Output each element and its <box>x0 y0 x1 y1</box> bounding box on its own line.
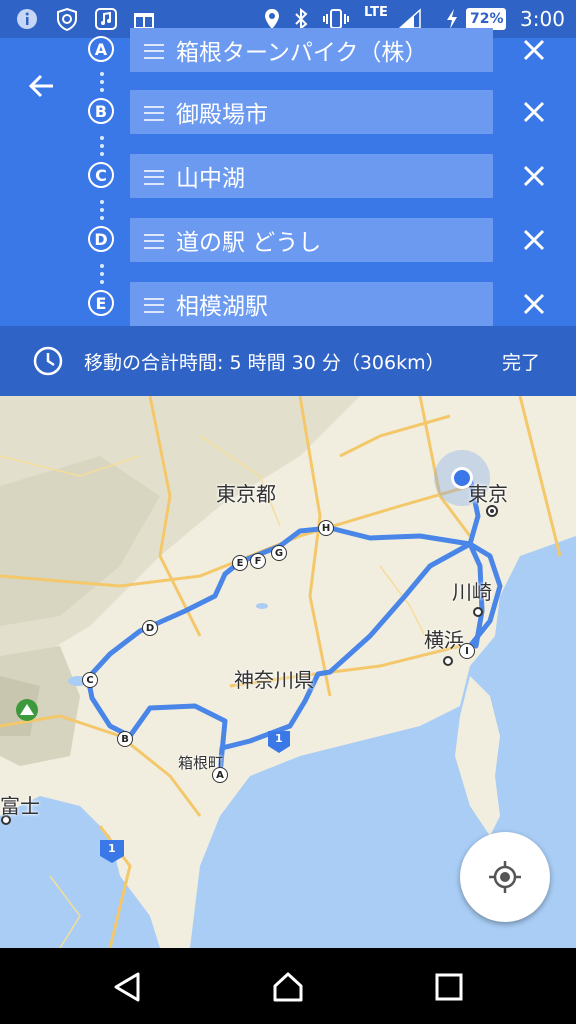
remove-stop-button[interactable] <box>518 34 550 66</box>
map-label-tokyo: 東京 <box>468 482 508 506</box>
stop-field-e[interactable]: 相模湖駅 <box>130 282 493 326</box>
location-icon <box>262 8 282 30</box>
clock-icon <box>32 345 64 381</box>
stop-name: 山中湖 <box>176 166 245 192</box>
crosshair-icon <box>489 861 521 893</box>
stop-row-a: A 箱根ターンパイク（株） <box>0 28 576 74</box>
directions-header: A 箱根ターンパイク（株） B 御殿場市 C 山中湖 D 道の駅 どうし E 相… <box>0 28 576 328</box>
map-label-fuji: 富士 <box>0 794 40 818</box>
square-recents-icon <box>435 973 463 1001</box>
drag-handle-icon[interactable] <box>144 44 164 59</box>
gift-icon <box>132 8 156 30</box>
close-icon <box>523 39 545 61</box>
info-icon <box>16 8 38 30</box>
stop-letter-badge: D <box>88 226 114 252</box>
route-marker-f[interactable]: F <box>250 553 266 569</box>
system-nav-bar <box>0 948 576 1024</box>
drag-handle-icon[interactable] <box>144 170 164 185</box>
nav-recents-button[interactable] <box>432 970 466 1004</box>
stop-row-d: D 道の駅 どうし <box>0 218 576 264</box>
stop-letter-badge: E <box>88 290 114 316</box>
bluetooth-icon <box>292 8 310 30</box>
stop-letter-badge: B <box>88 98 114 124</box>
route-marker-h[interactable]: H <box>318 520 334 536</box>
stop-field-b[interactable]: 御殿場市 <box>130 90 493 134</box>
signal-icon <box>398 8 424 30</box>
charging-icon <box>444 8 460 30</box>
shield-icon <box>54 7 80 31</box>
stop-field-c[interactable]: 山中湖 <box>130 154 493 198</box>
map-label-tokyo-to: 東京都 <box>216 482 276 506</box>
close-icon <box>523 293 545 315</box>
route-marker-c[interactable]: C <box>82 672 98 688</box>
close-icon <box>523 101 545 123</box>
battery-level: 72% <box>470 11 504 27</box>
route-1-shield: 1 <box>108 842 116 855</box>
stop-name: 相模湖駅 <box>176 294 268 320</box>
route-marker-d[interactable]: D <box>142 620 158 636</box>
route-marker-a[interactable]: A <box>212 767 228 783</box>
drag-handle-icon[interactable] <box>144 298 164 313</box>
route-summary-bar: 移動の合計時間: 5 時間 30 分（306km） 完了 <box>0 326 576 396</box>
remove-stop-button[interactable] <box>518 288 550 320</box>
map-label-kawasaki: 川崎 <box>452 580 492 604</box>
network-type: LTE <box>364 5 388 20</box>
nav-home-button[interactable] <box>271 970 305 1004</box>
route-marker-i[interactable]: I <box>459 643 475 659</box>
map-label-kanagawa: 神奈川県 <box>234 668 314 692</box>
home-icon <box>273 972 303 1002</box>
route-marker-b[interactable]: B <box>117 731 133 747</box>
stop-row-b: B 御殿場市 <box>0 90 576 136</box>
drag-handle-icon[interactable] <box>144 106 164 121</box>
stop-field-d[interactable]: 道の駅 どうし <box>130 218 493 262</box>
remove-stop-button[interactable] <box>518 224 550 256</box>
done-button[interactable]: 完了 <box>502 348 540 375</box>
my-location-button[interactable] <box>460 832 550 922</box>
music-icon <box>94 8 118 30</box>
stop-field-a[interactable]: 箱根ターンパイク（株） <box>130 28 493 72</box>
triangle-back-icon <box>114 972 140 1002</box>
map-label-yokohama: 横浜 <box>424 628 464 652</box>
close-icon <box>523 229 545 251</box>
stop-row-e: E 相模湖駅 <box>0 282 576 328</box>
stop-letter-badge: A <box>88 36 114 62</box>
remove-stop-button[interactable] <box>518 96 550 128</box>
remove-stop-button[interactable] <box>518 160 550 192</box>
drag-handle-icon[interactable] <box>144 234 164 249</box>
nav-back-button[interactable] <box>110 970 144 1004</box>
battery-icon: 72% <box>466 8 506 30</box>
stop-name: 御殿場市 <box>176 102 268 128</box>
vibrate-icon <box>322 8 350 30</box>
stop-name: 道の駅 どうし <box>176 230 322 256</box>
route-marker-g[interactable]: G <box>271 545 287 561</box>
stop-name: 箱根ターンパイク（株） <box>176 40 428 66</box>
total-time-text: 移動の合計時間: 5 時間 30 分（306km） <box>84 352 445 374</box>
stop-letter-badge: C <box>88 162 114 188</box>
route-marker-e[interactable]: E <box>232 555 248 571</box>
route-1-shield: 1 <box>275 732 283 745</box>
close-icon <box>523 165 545 187</box>
stop-row-c: C 山中湖 <box>0 154 576 200</box>
